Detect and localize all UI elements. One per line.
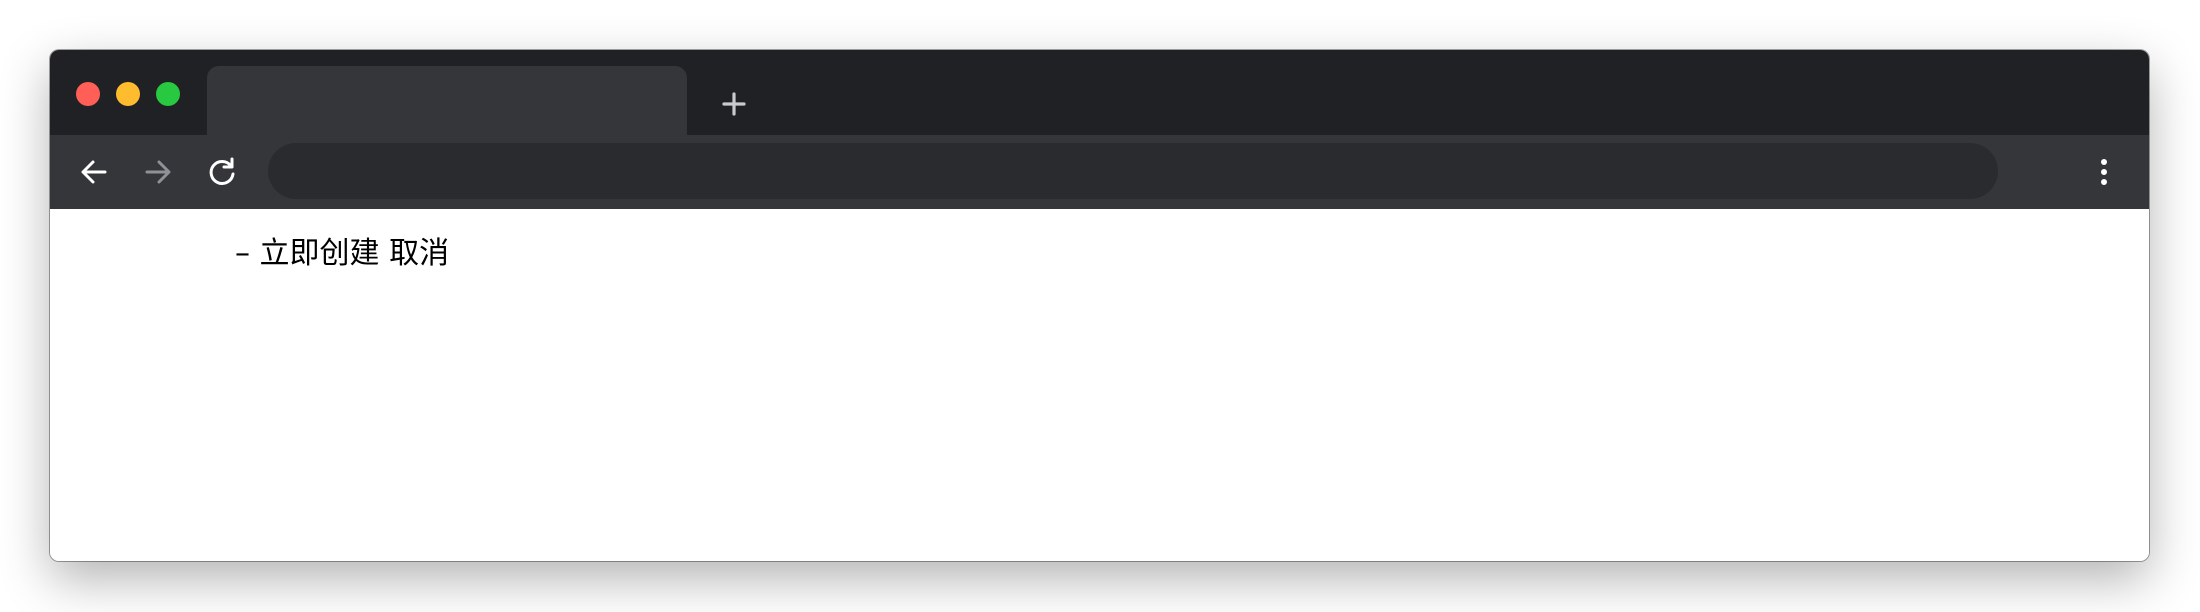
minimize-window-button[interactable] (116, 82, 140, 106)
plus-icon (722, 92, 746, 116)
page-content: – 立即创建 取消 (50, 209, 2149, 561)
reload-button[interactable] (204, 154, 240, 190)
screen: – 立即创建 取消 (0, 0, 2200, 612)
arrow-left-icon (81, 160, 107, 184)
new-tab-button[interactable] (714, 84, 754, 124)
action-links-row: – 立即创建 取消 (235, 235, 449, 273)
browser-toolbar (50, 135, 2149, 209)
close-window-button[interactable] (76, 82, 100, 106)
active-tab[interactable] (207, 66, 687, 135)
dash-text: – (235, 236, 250, 271)
browser-menu-button[interactable] (2086, 154, 2122, 190)
arrow-right-icon (145, 160, 171, 184)
address-bar[interactable] (268, 143, 1998, 199)
reload-icon (209, 157, 235, 185)
forward-button[interactable] (140, 154, 176, 190)
back-button[interactable] (76, 154, 112, 190)
cancel-link[interactable]: 取消 (389, 236, 449, 271)
tab-strip (50, 50, 2149, 135)
vertical-dots-icon (2101, 159, 2107, 185)
browser-window: – 立即创建 取消 (50, 50, 2149, 561)
maximize-window-button[interactable] (156, 82, 180, 106)
create-now-link[interactable]: 立即创建 (260, 236, 380, 271)
